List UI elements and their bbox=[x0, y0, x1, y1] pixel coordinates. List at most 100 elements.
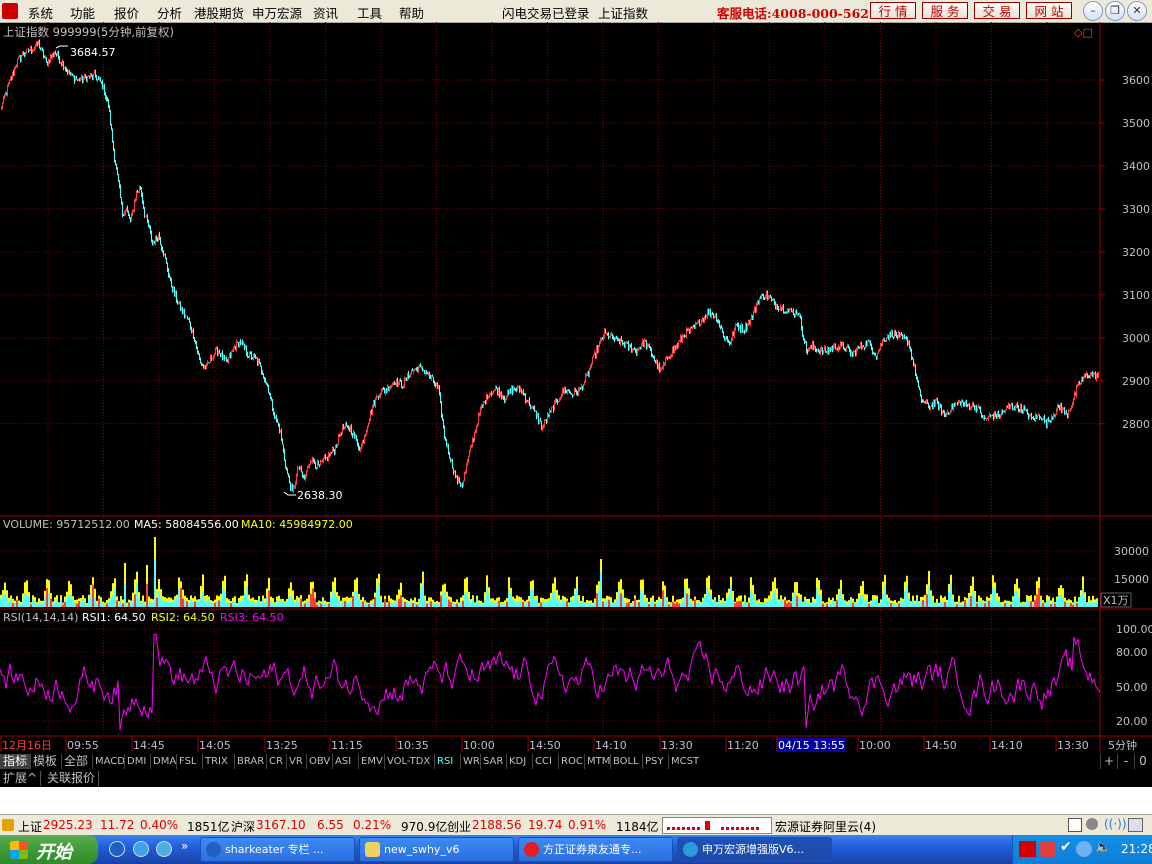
close-icon[interactable]: ✕ bbox=[1127, 1, 1147, 21]
tab-obv[interactable]: OBV bbox=[306, 754, 332, 769]
tray-antivirus-icon[interactable] bbox=[1040, 841, 1056, 857]
ie-icon[interactable] bbox=[109, 841, 125, 857]
tab-trix[interactable]: TRIX bbox=[202, 754, 234, 769]
keyboard-icon[interactable] bbox=[1128, 818, 1143, 832]
task-sharkeater-label: sharkeater 专栏 ... bbox=[225, 843, 324, 856]
zoom-out-button[interactable]: - bbox=[1117, 754, 1134, 769]
tab-brar[interactable]: BRAR bbox=[234, 754, 266, 769]
tab-extend[interactable]: 扩展^ bbox=[0, 771, 42, 786]
menu-analysis[interactable]: 分析 bbox=[157, 3, 182, 22]
volume-bar-inner bbox=[388, 601, 390, 607]
menu-hk-futures[interactable]: 港股期货 bbox=[194, 3, 244, 22]
volume-bar-inner bbox=[486, 587, 488, 607]
volume-bar-inner bbox=[990, 600, 992, 607]
volume-bar-inner bbox=[218, 600, 220, 607]
volume-bar-inner bbox=[844, 602, 846, 607]
tab-indicator[interactable]: 指标 bbox=[0, 754, 30, 769]
period-label[interactable]: 5分钟 bbox=[1108, 738, 1137, 752]
menu-system[interactable]: 系统 bbox=[28, 3, 53, 22]
service-button[interactable]: 服 务 bbox=[922, 2, 968, 19]
website-button[interactable]: 网 站 bbox=[1026, 2, 1072, 19]
tab-rsi[interactable]: RSI bbox=[434, 754, 460, 769]
task-founder[interactable]: 方正证券泉友通专... bbox=[518, 837, 673, 862]
tab-vr[interactable]: VR bbox=[286, 754, 306, 769]
zoom-reset-button[interactable]: 0 bbox=[1134, 754, 1151, 769]
tab-related-quotes[interactable]: 关联报价 bbox=[44, 771, 100, 786]
volume-bar-inner bbox=[500, 603, 502, 607]
tab-cci[interactable]: CCI bbox=[532, 754, 558, 769]
tab-psy[interactable]: PSY bbox=[642, 754, 668, 769]
server-name[interactable]: 宏源证券阿里云(4) bbox=[775, 818, 876, 835]
start-button[interactable]: 开始 bbox=[0, 835, 98, 864]
volume-bar-inner bbox=[256, 602, 258, 607]
ie2-icon[interactable] bbox=[133, 841, 149, 857]
volume-bar-inner bbox=[528, 601, 530, 607]
tray-speaker-icon[interactable]: 🔈 bbox=[1095, 840, 1111, 855]
menu-news[interactable]: 资讯 bbox=[313, 3, 338, 22]
volume-bar-inner bbox=[522, 601, 524, 607]
menu-swhy[interactable]: 申万宏源 bbox=[252, 3, 302, 22]
signal-icon[interactable]: ((·)) bbox=[1104, 817, 1127, 831]
menu-quote[interactable]: 报价 bbox=[114, 3, 139, 22]
volume-bar-inner bbox=[754, 599, 756, 607]
volume-bar-inner bbox=[54, 602, 56, 607]
tab-emv[interactable]: EMV bbox=[358, 754, 384, 769]
volume-bar-inner bbox=[684, 586, 686, 607]
volume-bar-inner bbox=[838, 595, 840, 607]
tab-kdj[interactable]: KDJ bbox=[506, 754, 532, 769]
trade-button[interactable]: 交 易 bbox=[974, 2, 1020, 19]
volume-bar-inner bbox=[478, 602, 480, 607]
tab-macd[interactable]: MACD bbox=[92, 754, 125, 769]
tab-boll[interactable]: BOLL bbox=[610, 754, 642, 769]
volume-bar-inner bbox=[382, 604, 384, 607]
tray-app-icon[interactable] bbox=[1019, 841, 1036, 857]
kline-chart[interactable]: 上证指数 999999(5分钟,前复权) ◇□ 2800 2900 3000 3100… bbox=[0, 22, 1152, 789]
tab-mcst[interactable]: MCST bbox=[668, 754, 700, 769]
tab-cr[interactable]: CR bbox=[266, 754, 286, 769]
volume-bar-inner bbox=[450, 602, 452, 607]
panel-toggle-icon[interactable]: ◇□ bbox=[1074, 26, 1093, 39]
layout-icon[interactable] bbox=[1068, 818, 1082, 832]
tab-asi[interactable]: ASI bbox=[332, 754, 358, 769]
volume-bar-inner bbox=[804, 599, 806, 607]
menu-help[interactable]: 帮助 bbox=[399, 3, 424, 22]
tray-check-icon[interactable]: ✔ bbox=[1060, 839, 1072, 855]
task-new-swhy[interactable]: new_swhy_v6 bbox=[359, 837, 514, 862]
tab-all[interactable]: 全部 bbox=[61, 754, 92, 769]
login-status: 闪电交易已登录 bbox=[502, 6, 590, 21]
menu-function[interactable]: 功能 bbox=[70, 3, 95, 22]
task-sharkeater[interactable]: sharkeater 专栏 ... bbox=[200, 837, 355, 862]
tab-dma[interactable]: DMA bbox=[150, 754, 176, 769]
tab-wr[interactable]: WR bbox=[460, 754, 480, 769]
volume-bar-inner bbox=[790, 602, 792, 607]
tab-vol-tdx[interactable]: VOL-TDX bbox=[384, 754, 434, 769]
tab-sar[interactable]: SAR bbox=[480, 754, 506, 769]
time-label-9: 14:10 bbox=[595, 739, 627, 752]
tray-qq-icon[interactable] bbox=[1076, 841, 1092, 857]
minimize-icon[interactable]: – bbox=[1083, 1, 1103, 21]
tab-roc[interactable]: ROC bbox=[558, 754, 584, 769]
volume-bar-inner bbox=[152, 602, 154, 607]
extension-tab-strip: 扩展^ 关联报价 bbox=[0, 770, 1152, 787]
restore-icon[interactable]: ❐ bbox=[1105, 1, 1125, 21]
volume-bar-inner bbox=[100, 600, 102, 607]
swhy-app-icon bbox=[683, 842, 698, 857]
browser-icon[interactable] bbox=[156, 841, 172, 857]
task-swhy-v6[interactable]: 申万宏源增强版V6... bbox=[677, 837, 832, 862]
rsi-tick-100: 100.00 bbox=[1116, 623, 1152, 636]
volume-bar-inner bbox=[630, 604, 632, 607]
tab-fsl[interactable]: FSL bbox=[176, 754, 202, 769]
volume-bar-inner bbox=[982, 602, 984, 607]
volume-bar-inner bbox=[4, 593, 6, 607]
menu-tools[interactable]: 工具 bbox=[357, 3, 382, 22]
tab-mtm[interactable]: MTM bbox=[584, 754, 610, 769]
rsi-line bbox=[0, 633, 1101, 731]
quicklaunch-chevron-icon[interactable]: » bbox=[181, 839, 188, 853]
zoom-in-button[interactable]: + bbox=[1100, 754, 1117, 769]
volume-bar-inner bbox=[286, 601, 288, 607]
tab-template[interactable]: 模板 bbox=[30, 754, 61, 769]
people-icon[interactable] bbox=[1086, 818, 1098, 830]
tab-dmi[interactable]: DMI bbox=[124, 754, 150, 769]
market-button[interactable]: 行 情 bbox=[870, 2, 916, 19]
volume-bar-inner bbox=[264, 602, 266, 607]
